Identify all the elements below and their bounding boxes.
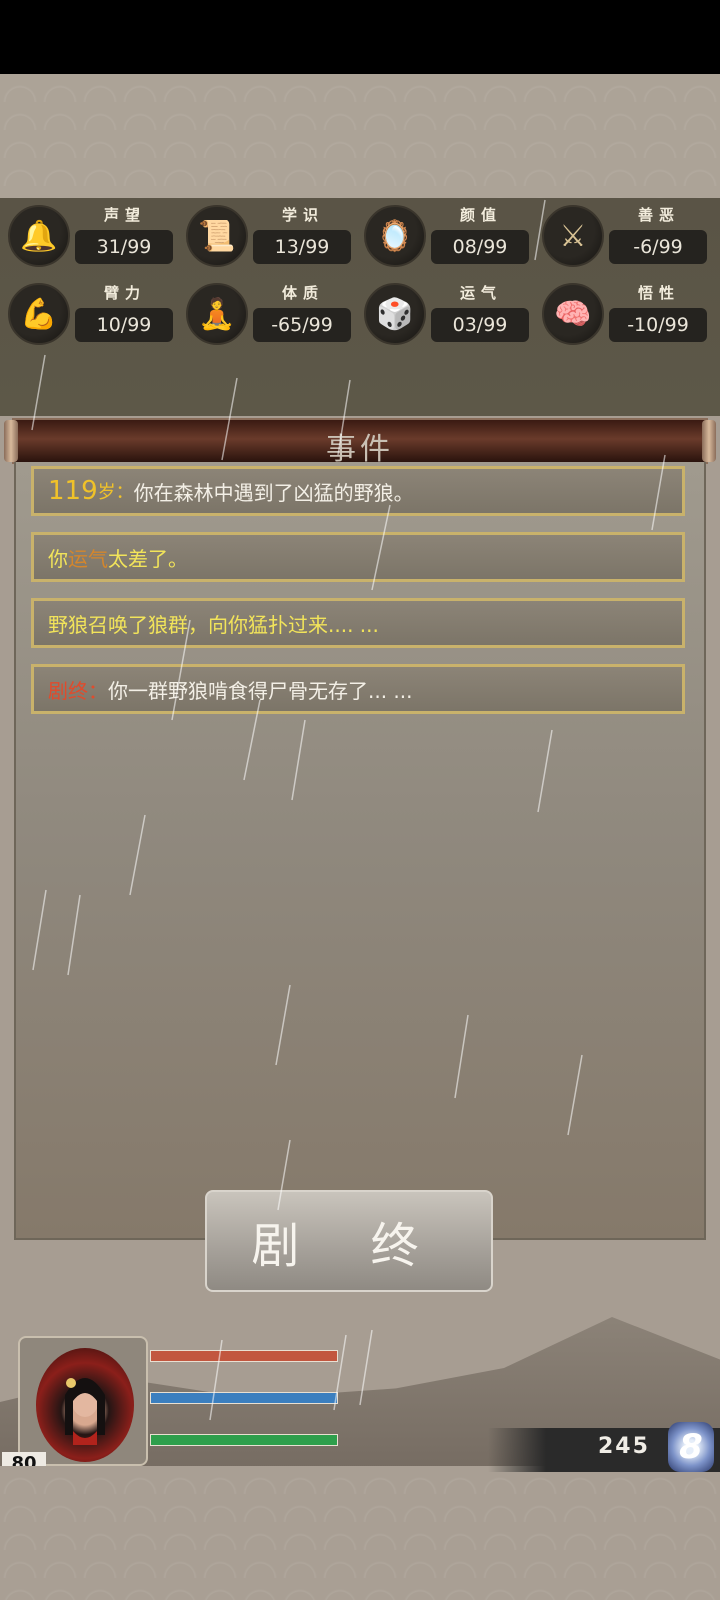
meditation-icon: 🧘 (186, 283, 248, 345)
scroll-icon: 📜 (186, 205, 248, 267)
stat-item[interactable]: ⚔ 善恶 -6/99 (534, 200, 712, 270)
event-text: 你 (48, 546, 68, 571)
event-text: 太差了。 (108, 546, 188, 571)
stat-label: 悟性 (637, 284, 680, 302)
stat-value: 10/99 (75, 308, 173, 342)
stat-value: 31/99 (75, 230, 173, 264)
event-highlight: 运气 (68, 546, 108, 571)
stat-value: -65/99 (253, 308, 351, 342)
mirror-icon: 🪞 (364, 205, 426, 267)
arm-icon: 💪 (8, 283, 70, 345)
stat-item[interactable]: 🎲 运气 03/99 (356, 278, 534, 348)
stat-item[interactable]: 🧘 体质 -65/99 (178, 278, 356, 348)
crossed-swords-icon: ⚔ (542, 205, 604, 267)
health-bar-fill (151, 1351, 337, 1361)
end-game-button[interactable]: 剧 终 (205, 1190, 493, 1292)
event-row: 你 运气 太差了。 (31, 532, 685, 582)
stat-item[interactable]: 🧠 悟性 -10/99 (534, 278, 712, 348)
bell-icon: 🔔 (8, 205, 70, 267)
stat-item[interactable]: 🔔 声望 31/99 (0, 200, 178, 270)
event-row: 剧终： 你一群野狼啃食得尸骨无存了... ... (31, 664, 685, 714)
stamina-bar (150, 1434, 338, 1446)
event-text: 野狼召唤了狼群，向你猛扑过来.... ... (48, 612, 379, 637)
stat-value: 03/99 (431, 308, 529, 342)
dice-icon: 🎲 (364, 283, 426, 345)
brain-icon: 🧠 (542, 283, 604, 345)
stat-label: 善恶 (637, 206, 680, 224)
stat-item[interactable]: 💪 臂力 10/99 (0, 278, 178, 348)
stat-label: 颜值 (459, 206, 502, 224)
stat-item[interactable]: 🪞 颜值 08/99 (356, 200, 534, 270)
event-ending-label: 剧终： (48, 678, 108, 703)
stamina-bar-fill (151, 1435, 337, 1445)
stat-label: 臂力 (103, 284, 146, 302)
event-age: 119 (48, 476, 98, 506)
event-row: 野狼召唤了狼群，向你猛扑过来.... ... (31, 598, 685, 648)
event-text: 你在森林中遇到了凶猛的野狼。 (133, 480, 414, 505)
mana-bar (150, 1392, 338, 1404)
stat-value: 13/99 (253, 230, 351, 264)
health-bar (150, 1350, 338, 1362)
stat-value: 08/99 (431, 230, 529, 264)
gem-icon[interactable]: 8 (668, 1422, 714, 1472)
character-avatar[interactable] (36, 1348, 134, 1462)
wave-pattern-bottom (0, 1466, 720, 1600)
stat-label: 声望 (103, 206, 146, 224)
mana-bar-fill (151, 1393, 337, 1403)
event-row: 119 岁： 你在森林中遇到了凶猛的野狼。 (31, 466, 685, 516)
currency-value: 245 (598, 1434, 650, 1459)
stat-label: 运气 (459, 284, 502, 302)
wave-pattern-top (0, 74, 720, 198)
status-bar (0, 0, 720, 74)
character-face-icon (65, 1378, 105, 1445)
stat-value: -10/99 (609, 308, 707, 342)
stat-item[interactable]: 📜 学识 13/99 (178, 200, 356, 270)
stat-label: 体质 (281, 284, 324, 302)
event-text: 你一群野狼啃食得尸骨无存了... ... (108, 678, 413, 703)
stat-value: -6/99 (609, 230, 707, 264)
event-age-unit: 岁： (97, 482, 134, 503)
stat-label: 学识 (281, 206, 324, 224)
